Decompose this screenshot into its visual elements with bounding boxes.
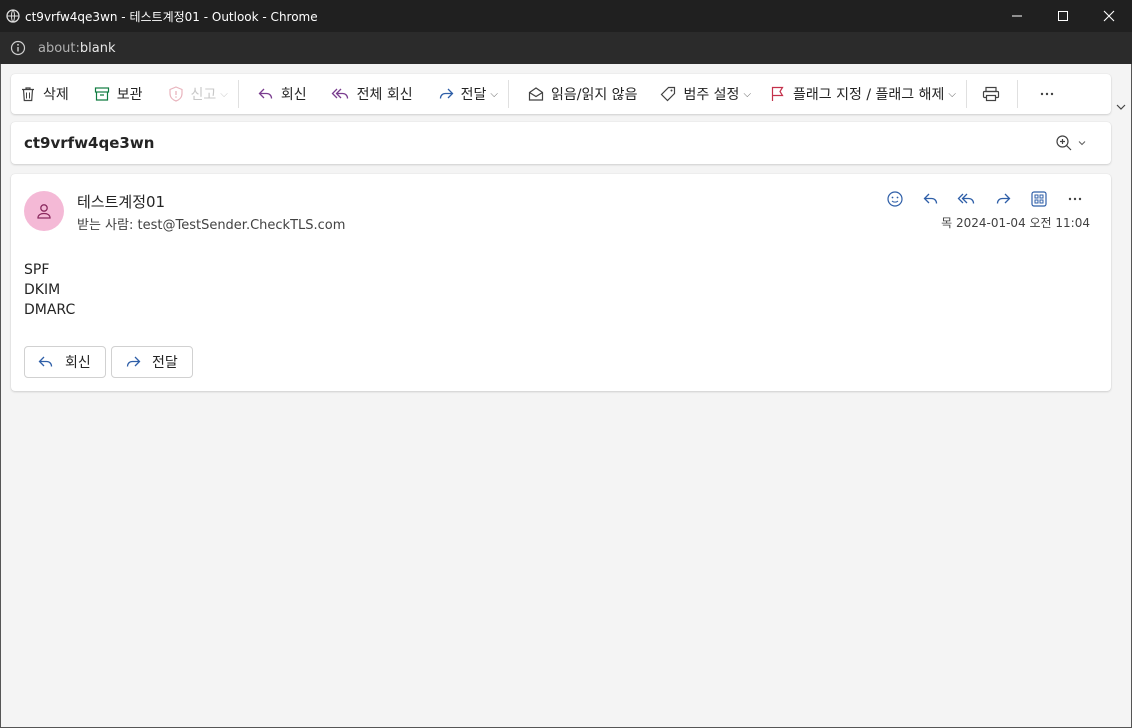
toolbar-divider	[965, 80, 967, 108]
more-actions-button[interactable]	[1057, 188, 1093, 210]
more-icon	[1068, 197, 1082, 201]
body-line: DMARC	[24, 302, 76, 318]
apps-grid-icon	[1031, 191, 1047, 207]
apps-button[interactable]	[1021, 188, 1057, 210]
message-toolbar: 삭제 보관 신고 ⌵ 회신 전체 회신 전달 ⌵ 읽음/읽지 않음 범주 설정 …	[11, 74, 1111, 114]
smiley-icon	[887, 191, 903, 207]
quick-forward-label: 전달	[152, 355, 178, 371]
quick-reply-button[interactable]: 회신	[24, 346, 106, 378]
reply-all-icon	[331, 88, 348, 99]
reply-icon	[38, 356, 53, 367]
window-title-bar: ct9vrfw4qe3wn - 테스트계정01 - Outlook - Chro…	[0, 0, 1132, 32]
globe-icon	[6, 9, 20, 23]
message-actions	[877, 188, 1093, 210]
recipient-address[interactable]: test@TestSender.CheckTLS.com	[138, 218, 346, 233]
url-scheme: about:	[38, 40, 80, 56]
envelope-open-icon	[528, 87, 544, 101]
window-title: ct9vrfw4qe3wn - 테스트계정01 - Outlook - Chro…	[25, 9, 318, 24]
delete-button[interactable]: 삭제	[13, 78, 75, 110]
read-unread-label: 읽음/읽지 않음	[551, 87, 638, 103]
reply-label: 회신	[280, 87, 307, 103]
message-datetime: 목 2024-01-04 오전 11:04	[941, 216, 1090, 230]
report-button[interactable]: 신고 ⌵	[161, 78, 234, 110]
flag-label: 플래그 지정 / 플래그 해제	[793, 87, 945, 103]
zoom-in-icon	[1056, 135, 1072, 151]
chevron-down-icon[interactable]: ⌵	[743, 89, 751, 100]
forward-button[interactable]	[985, 188, 1021, 210]
archive-icon	[94, 87, 109, 101]
shield-alert-icon	[168, 86, 183, 102]
zoom-button[interactable]	[1055, 134, 1087, 152]
trash-icon	[22, 87, 34, 102]
flag-button[interactable]: 플래그 지정 / 플래그 해제 ⌵	[763, 78, 962, 110]
chevron-down-icon[interactable]: ⌵	[220, 89, 228, 100]
flag-icon	[771, 86, 784, 101]
more-icon	[1040, 92, 1054, 96]
address-bar[interactable]: about:blank	[0, 32, 1132, 64]
forward-icon	[439, 88, 454, 99]
message-card: 테스트계정01 받는 사람: test@TestSender.CheckTLS.…	[11, 174, 1111, 391]
archive-button[interactable]: 보관	[87, 78, 149, 110]
categorize-button[interactable]: 범주 설정 ⌵	[653, 78, 757, 110]
message-subject: ct9vrfw4qe3wn	[24, 134, 155, 152]
person-icon	[37, 204, 51, 219]
report-label: 신고	[190, 87, 217, 103]
body-line: SPF	[24, 262, 50, 278]
url-text[interactable]: about:blank	[38, 41, 116, 56]
quick-actions: 회신 전달	[24, 346, 198, 378]
read-unread-button[interactable]: 읽음/읽지 않음	[521, 78, 643, 110]
categorize-label: 범주 설정	[683, 87, 740, 103]
maximize-button[interactable]	[1040, 0, 1086, 32]
reply-button[interactable]: 회신	[251, 78, 313, 110]
message-body: SPF DKIM DMARC	[24, 260, 75, 320]
chevron-down-icon	[1078, 141, 1086, 146]
more-options-button[interactable]	[1032, 78, 1068, 110]
emoji-reaction-button[interactable]	[877, 188, 913, 210]
toolbar-divider	[237, 80, 239, 108]
reply-button[interactable]	[913, 188, 949, 210]
sender-name[interactable]: 테스트계정01	[77, 191, 165, 212]
reply-all-button[interactable]	[949, 188, 985, 210]
to-label: 받는 사람:	[77, 218, 134, 233]
tag-icon	[661, 86, 676, 102]
quick-reply-label: 회신	[65, 355, 91, 371]
info-icon[interactable]	[10, 40, 26, 56]
reply-all-label: 전체 회신	[356, 87, 413, 103]
toolbar-divider	[1016, 80, 1018, 108]
body-line: DKIM	[24, 282, 61, 298]
archive-label: 보관	[116, 87, 143, 103]
print-button[interactable]	[975, 78, 1013, 110]
reply-icon	[923, 193, 938, 204]
forward-label: 전달	[460, 87, 487, 103]
forward-icon	[126, 356, 141, 367]
url-path: blank	[79, 40, 116, 56]
reply-icon	[258, 88, 273, 99]
delete-label: 삭제	[43, 87, 69, 103]
reply-all-icon	[957, 193, 975, 204]
chevron-down-icon[interactable]: ⌵	[490, 89, 498, 100]
printer-icon	[982, 86, 1000, 102]
chevron-down-icon[interactable]: ⌵	[948, 89, 956, 100]
quick-forward-button[interactable]: 전달	[111, 346, 193, 378]
reply-all-button[interactable]: 전체 회신	[325, 78, 419, 110]
page-content: 삭제 보관 신고 ⌵ 회신 전체 회신 전달 ⌵ 읽음/읽지 않음 범주 설정 …	[0, 64, 1132, 728]
minimize-button[interactable]	[994, 0, 1040, 32]
subject-bar: ct9vrfw4qe3wn	[11, 122, 1111, 164]
ribbon-expand-chevron-icon[interactable]	[1115, 97, 1127, 116]
close-button[interactable]	[1086, 0, 1132, 32]
avatar[interactable]	[24, 191, 64, 231]
recipient-line: 받는 사람: test@TestSender.CheckTLS.com	[77, 214, 345, 233]
toolbar-divider	[508, 80, 509, 108]
forward-button[interactable]: 전달 ⌵	[431, 78, 504, 110]
forward-icon	[996, 193, 1011, 204]
